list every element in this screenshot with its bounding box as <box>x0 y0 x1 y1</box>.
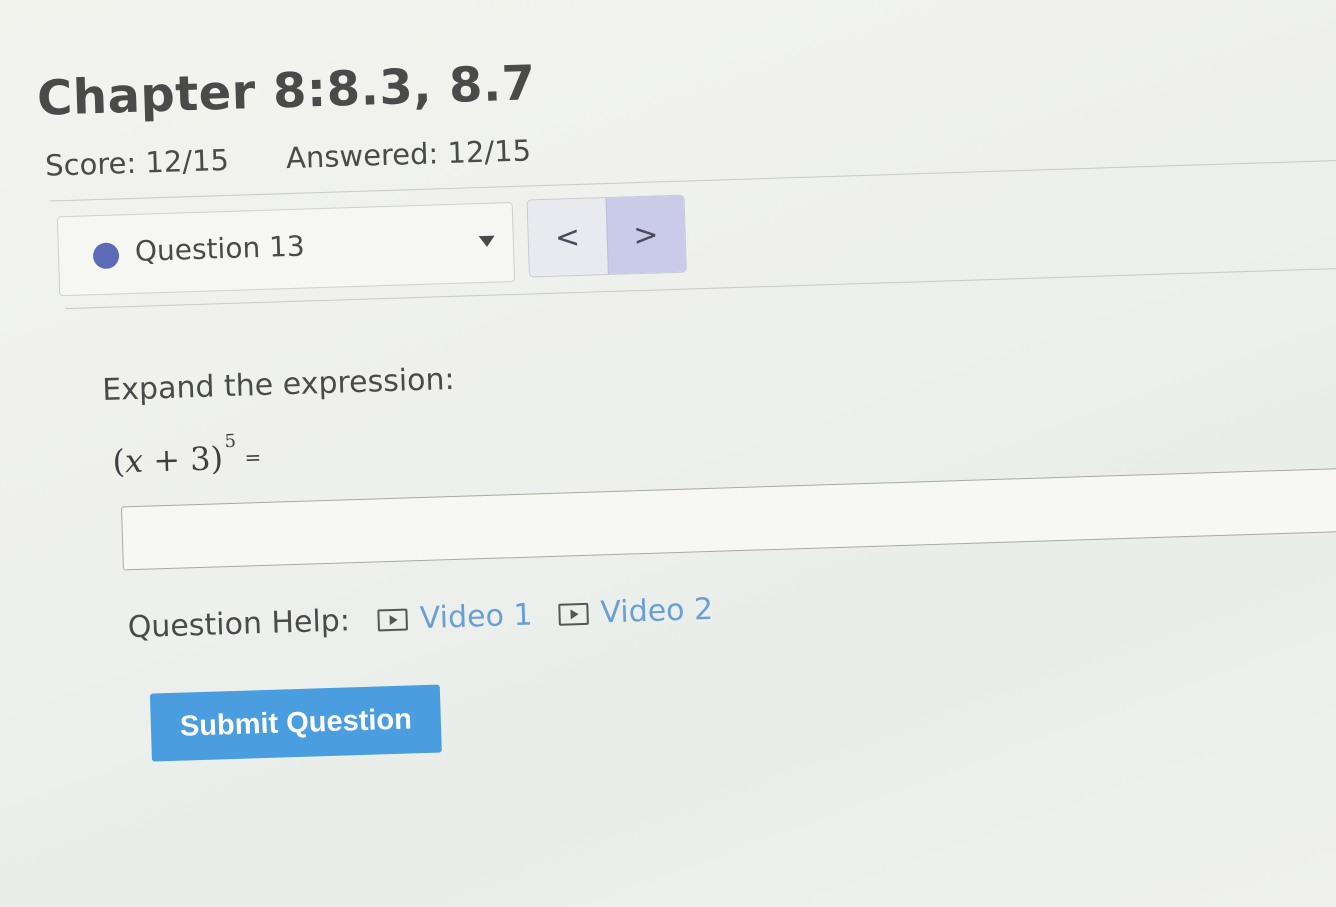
math-expression: (x + 3)5= <box>112 430 262 481</box>
question-status-dot <box>92 242 120 270</box>
answer-input[interactable] <box>120 466 1336 571</box>
video-2-link[interactable]: Video 2 <box>558 592 714 632</box>
question-prompt: Expand the expression: <box>101 361 456 408</box>
expr-equals: = <box>244 445 262 470</box>
question-help-label: Question Help: <box>127 603 351 646</box>
previous-question-button[interactable]: < <box>527 198 608 277</box>
page-title: Chapter 8:8.3, 8.7 <box>36 55 537 127</box>
video-2-label: Video 2 <box>599 591 714 631</box>
question-select-label: Question 13 <box>134 229 306 268</box>
expr-rest: + 3) <box>142 439 224 480</box>
video-1-label: Video 1 <box>419 597 534 637</box>
question-nav: < > <box>526 194 687 278</box>
video-play-icon <box>377 607 409 631</box>
question-select[interactable]: Question 13 <box>56 201 516 297</box>
assignment-page: Chapter 8:8.3, 8.7 Score: 12/15 Answered… <box>0 0 1336 907</box>
video-1-link[interactable]: Video 1 <box>377 598 533 638</box>
video-play-icon <box>558 602 589 626</box>
submit-question-button[interactable]: Submit Question <box>149 684 442 762</box>
score-text: Score: 12/15 <box>44 142 230 183</box>
expr-variable: x <box>124 441 144 481</box>
score-line: Score: 12/15 Answered: 12/15 <box>45 133 532 182</box>
question-help: Question Help: Video 1 Video 2 <box>127 592 713 645</box>
next-question-button[interactable]: > <box>605 195 686 275</box>
answered-text: Answered: 12/15 <box>285 133 532 176</box>
expr-exponent: 5 <box>224 430 237 453</box>
caret-down-icon <box>478 235 495 248</box>
